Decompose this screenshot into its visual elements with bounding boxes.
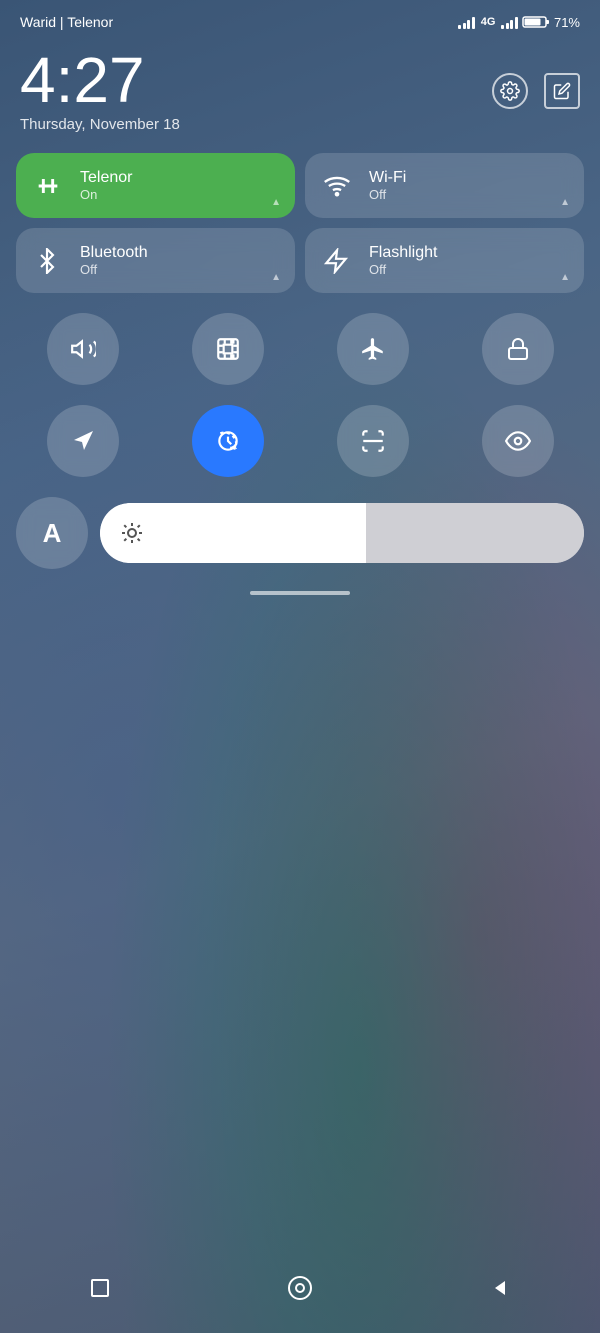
bluetooth-status: Off [80, 262, 148, 277]
quick-tiles: Telenor On ▲ Wi-Fi Off ▲ [0, 143, 600, 303]
location-button[interactable] [47, 405, 119, 477]
autorotate-button[interactable] [192, 405, 264, 477]
bluetooth-text: Bluetooth Off [80, 244, 148, 277]
telenor-icon [34, 172, 66, 200]
airplane-button[interactable] [337, 313, 409, 385]
network-badge: 4G [481, 16, 496, 28]
status-icons: 4G 71% [458, 15, 580, 30]
flashlight-status: Off [369, 262, 437, 277]
wifi-text: Wi-Fi Off [369, 169, 406, 202]
font-button[interactable]: A [16, 497, 88, 569]
tile-wifi[interactable]: Wi-Fi Off ▲ [305, 153, 584, 218]
wifi-icon [323, 172, 355, 200]
carrier-label: Warid | Telenor [20, 14, 113, 30]
brightness-unfill [366, 503, 584, 563]
wifi-status: Off [369, 187, 406, 202]
flashlight-icon [323, 248, 355, 274]
clock-area: 4:27 Thursday, November 18 [0, 38, 600, 143]
settings-icon[interactable] [492, 73, 528, 109]
home-bar[interactable] [250, 591, 350, 595]
icon-buttons-row2 [0, 395, 600, 487]
back-button[interactable] [480, 1268, 520, 1308]
font-label: A [43, 518, 62, 549]
signal-icon-1 [458, 15, 475, 29]
recents-button[interactable] [80, 1268, 120, 1308]
clock-date: Thursday, November 18 [20, 116, 180, 133]
telenor-arrow: ▲ [271, 197, 281, 208]
tile-flashlight[interactable]: Flashlight Off ▲ [305, 228, 584, 293]
edit-icon[interactable] [544, 73, 580, 109]
signal-icon-2 [501, 15, 518, 29]
bluetooth-arrow: ▲ [271, 272, 281, 283]
tile-telenor[interactable]: Telenor On ▲ [16, 153, 295, 218]
scan-button[interactable] [337, 405, 409, 477]
home-button[interactable] [280, 1268, 320, 1308]
clock-time: 4:27 [20, 48, 180, 112]
telenor-status: On [80, 187, 132, 202]
nav-bar [0, 1253, 600, 1333]
lock-button[interactable] [482, 313, 554, 385]
home-indicator [0, 579, 600, 607]
flashlight-name: Flashlight [369, 244, 437, 262]
wifi-arrow: ▲ [560, 197, 570, 208]
tile-bluetooth[interactable]: Bluetooth Off ▲ [16, 228, 295, 293]
privacy-button[interactable] [482, 405, 554, 477]
mute-button[interactable] [47, 313, 119, 385]
bluetooth-icon [34, 248, 66, 274]
battery-icon [522, 15, 550, 29]
screenshot-button[interactable] [192, 313, 264, 385]
clock-icons [492, 73, 580, 109]
icon-buttons-row1 [0, 303, 600, 395]
brightness-icon [120, 521, 144, 545]
status-bar: Warid | Telenor 4G [0, 0, 600, 38]
flashlight-text: Flashlight Off [369, 244, 437, 277]
battery-percent: 71% [554, 15, 580, 30]
clock-left: 4:27 Thursday, November 18 [20, 48, 180, 133]
telenor-text: Telenor On [80, 169, 132, 202]
brightness-row: A [0, 487, 600, 579]
telenor-name: Telenor [80, 169, 132, 187]
wifi-name: Wi-Fi [369, 169, 406, 187]
brightness-slider[interactable] [100, 503, 584, 563]
flashlight-arrow: ▲ [560, 272, 570, 283]
bluetooth-name: Bluetooth [80, 244, 148, 262]
